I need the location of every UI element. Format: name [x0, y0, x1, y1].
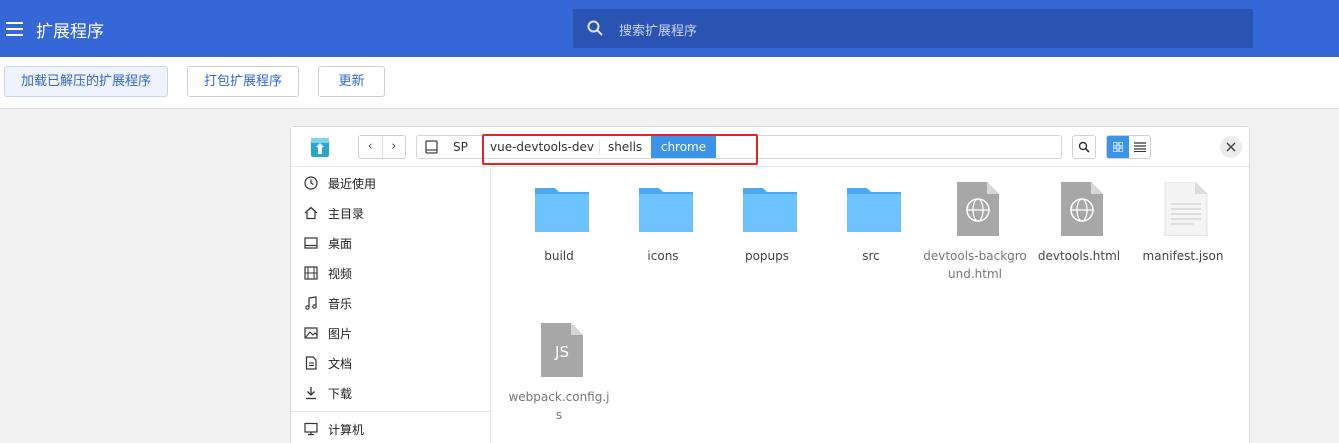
picture-icon: [304, 327, 318, 339]
file-name: manifest.json: [1142, 249, 1224, 263]
grid-view-icon: [1113, 142, 1123, 152]
sidebar-item-documents[interactable]: 文档: [291, 348, 490, 378]
sidebar-item-videos[interactable]: 视频: [291, 258, 490, 288]
hamburger-menu-icon[interactable]: [6, 22, 23, 36]
extensions-toolbar: 加载已解压的扩展程序 打包扩展程序 更新: [0, 57, 1339, 109]
history-nav: ‹ ›: [358, 135, 406, 159]
sidebar-item-computer[interactable]: 计算机: [291, 414, 490, 443]
folder-icon: [535, 188, 589, 232]
dialog-search-button[interactable]: [1072, 135, 1096, 159]
file-item[interactable]: devtools-background.html: [923, 170, 1027, 300]
folder-icon: [743, 188, 797, 232]
file-manager-logo-icon: [311, 138, 329, 157]
music-icon: [305, 296, 317, 310]
icon-view-button[interactable]: [1107, 136, 1129, 158]
folder-icon: [847, 188, 901, 232]
sidebar-item-downloads[interactable]: 下载: [291, 378, 490, 408]
search-input[interactable]: 搜索扩展程序: [573, 9, 1253, 48]
annotation-highlight-box: [482, 134, 758, 165]
file-grid: build icons popups src devtools-backgrou…: [492, 168, 1249, 443]
home-icon: [304, 206, 318, 220]
sidebar-item-label: 文档: [328, 357, 353, 371]
file-item[interactable]: popups: [715, 170, 819, 300]
file-item[interactable]: build: [507, 170, 611, 300]
folder-icon: [639, 188, 693, 232]
app-bar: 扩展程序 搜索扩展程序: [0, 0, 1339, 57]
file-name: popups: [744, 249, 790, 263]
sidebar-item-pictures[interactable]: 图片: [291, 318, 490, 348]
breadcrumb-root[interactable]: SP: [453, 136, 475, 158]
file-item[interactable]: icons: [611, 170, 715, 300]
file-item[interactable]: JS webpack.config.js: [507, 311, 611, 441]
list-view-icon: [1133, 142, 1146, 152]
file-item[interactable]: manifest.json: [1131, 170, 1235, 300]
file-name: devtools-background.html: [923, 249, 1027, 281]
drive-icon: [425, 140, 438, 154]
sidebar-item-recent[interactable]: 最近使用: [291, 168, 490, 198]
computer-icon: [304, 422, 318, 436]
text-file-icon: [1164, 182, 1208, 236]
list-view-button[interactable]: [1129, 136, 1151, 158]
file-item[interactable]: devtools.html: [1027, 170, 1131, 300]
sidebar-item-label: 图片: [328, 327, 353, 341]
sidebar-item-label: 下载: [328, 387, 353, 401]
sidebar-item-label: 计算机: [328, 423, 365, 437]
document-icon: [305, 356, 317, 370]
dialog-close-button[interactable]: [1220, 136, 1242, 158]
search-icon: [1078, 141, 1090, 153]
html-file-icon: [957, 182, 999, 236]
sidebar-item-label: 桌面: [328, 237, 353, 251]
file-name: build: [544, 249, 574, 263]
close-icon: [1226, 142, 1236, 152]
desktop-icon: [304, 237, 318, 249]
sidebar-item-music[interactable]: 音乐: [291, 288, 490, 318]
sidebar-item-desktop[interactable]: 桌面: [291, 228, 490, 258]
update-button[interactable]: 更新: [318, 66, 385, 97]
sidebar-item-home[interactable]: 主目录: [291, 198, 490, 228]
dialog-header: ‹ › SP vue-devtools-dev shells chrome: [291, 127, 1249, 167]
js-file-icon: JS: [541, 323, 583, 377]
search-icon: [587, 20, 603, 36]
page-title: 扩展程序: [36, 22, 104, 42]
file-chooser-dialog: ‹ › SP vue-devtools-dev shells chrome 最近…: [290, 126, 1250, 443]
sidebar-divider: [291, 411, 490, 412]
view-mode-toggle: [1106, 135, 1151, 159]
file-name: icons: [647, 249, 679, 263]
places-sidebar: 最近使用 主目录 桌面 视频 音乐 图片 文档 下载 计算机: [291, 168, 491, 443]
file-item[interactable]: src: [819, 170, 923, 300]
file-name: devtools.html: [1037, 249, 1121, 263]
file-name: webpack.config.js: [508, 390, 610, 422]
video-icon: [304, 266, 318, 280]
clock-icon: [304, 176, 318, 190]
sidebar-item-label: 视频: [328, 267, 353, 281]
forward-button[interactable]: ›: [383, 136, 406, 158]
back-button[interactable]: ‹: [359, 136, 383, 158]
download-icon: [306, 387, 316, 400]
js-badge-text: JS: [554, 343, 569, 361]
load-unpacked-button[interactable]: 加载已解压的扩展程序: [4, 66, 168, 97]
file-name: src: [862, 249, 880, 263]
sidebar-item-label: 最近使用: [328, 177, 377, 191]
sidebar-item-label: 音乐: [328, 297, 353, 311]
sidebar-item-label: 主目录: [328, 207, 365, 221]
html-file-icon: [1061, 182, 1103, 236]
search-placeholder: 搜索扩展程序: [619, 24, 698, 39]
pack-extension-button[interactable]: 打包扩展程序: [187, 66, 299, 97]
